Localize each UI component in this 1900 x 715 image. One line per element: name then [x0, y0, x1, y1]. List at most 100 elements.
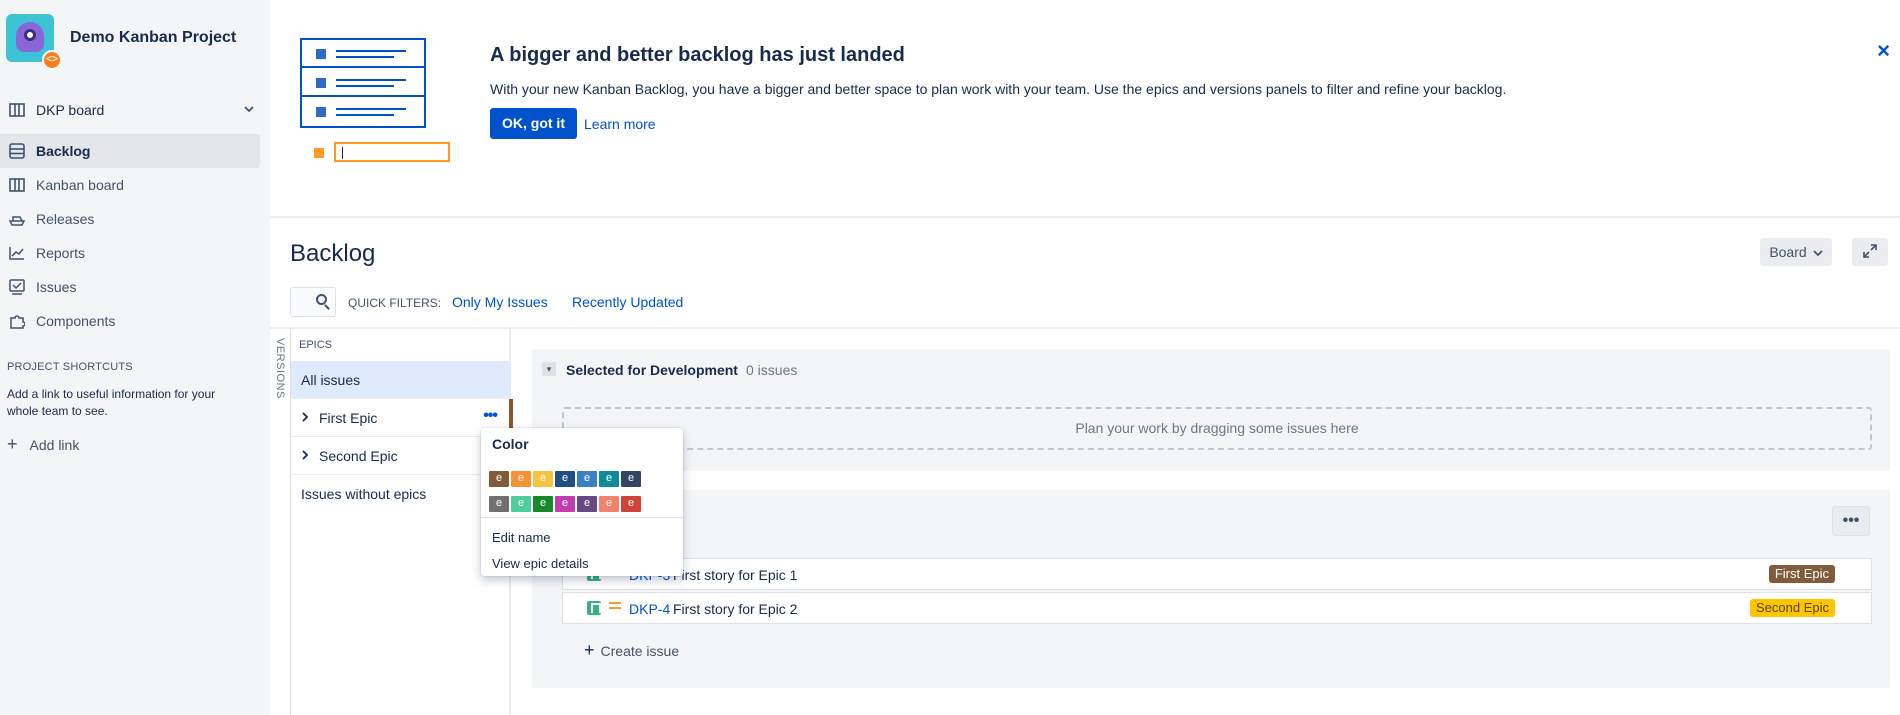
chevron-right-icon[interactable] — [301, 411, 309, 425]
add-link-button[interactable]: + Add link — [7, 434, 79, 455]
issue-key[interactable]: DKP-4 — [629, 601, 670, 617]
sidebar-nav: Backlog Kanban board Releases Reports Is… — [0, 134, 260, 338]
banner-text: With your new Kanban Backlog, you have a… — [490, 81, 1507, 97]
board-dropdown-button[interactable]: Board — [1760, 238, 1832, 266]
drop-zone[interactable]: Plan your work by dragging some issues h… — [562, 407, 1872, 450]
add-link-label: Add link — [29, 436, 80, 453]
backlog-section: ••• DKP-3 First story for Epic 1 First E… — [532, 490, 1890, 688]
chevron-down-icon — [1813, 244, 1823, 260]
more-actions-icon[interactable]: ••• — [483, 407, 498, 425]
epic-lozenge[interactable]: First Epic — [1768, 565, 1835, 583]
search-input[interactable] — [290, 287, 336, 317]
issue-summary: First story for Epic 2 — [673, 601, 798, 617]
project-shortcuts-heading: PROJECT SHORTCUTS — [7, 361, 133, 373]
close-icon[interactable]: × — [1877, 38, 1890, 64]
ok-got-it-button[interactable]: OK, got it — [490, 108, 577, 139]
color-swatch[interactable]: e — [577, 496, 597, 512]
epic-item-first-epic[interactable]: First Epic ••• — [291, 399, 513, 437]
quick-filter-recently-updated[interactable]: Recently Updated — [572, 294, 683, 310]
color-swatch[interactable]: e — [555, 496, 575, 512]
divider — [481, 517, 683, 518]
chevron-down-icon — [244, 102, 254, 116]
issue-row[interactable]: DKP-4 First story for Epic 2 Second Epic — [562, 592, 1872, 624]
edit-name-menu-item[interactable]: Edit name — [492, 530, 551, 545]
epic-item-second-epic[interactable]: Second Epic — [291, 437, 511, 475]
color-swatch[interactable]: e — [533, 496, 553, 512]
board-selector-label: DKP board — [36, 102, 105, 118]
view-epic-details-menu-item[interactable]: View epic details — [492, 556, 589, 571]
color-swatch[interactable]: e — [621, 471, 641, 487]
color-swatch[interactable]: e — [511, 496, 531, 512]
color-swatch[interactable]: e — [533, 471, 553, 487]
sidebar-item-label: Kanban board — [36, 177, 124, 193]
backlog-icon — [8, 142, 26, 160]
color-swatches: eeeeeeeeeeeeee — [489, 468, 649, 518]
epic-color-popup: Color eeeeeeeeeeeeee Edit name View epic… — [481, 428, 683, 576]
expand-icon — [1863, 243, 1877, 261]
page-title: Backlog — [290, 240, 376, 267]
search-icon — [316, 294, 327, 305]
sidebar: <> Demo Kanban Project DKP board Backlog… — [0, 0, 270, 715]
plus-icon: + — [584, 640, 595, 660]
issue-row[interactable]: DKP-3 First story for Epic 1 First Epic — [562, 558, 1872, 590]
epics-panel: EPICS All issues First Epic ••• Second E… — [291, 329, 513, 715]
chevron-down-icon[interactable]: ▾ — [542, 362, 556, 376]
color-swatch[interactable]: e — [599, 496, 619, 512]
sidebar-item-components[interactable]: Components — [0, 304, 260, 338]
selected-for-development-section: ▾ Selected for Development 0 issues Plan… — [532, 349, 1890, 471]
sidebar-item-backlog[interactable]: Backlog — [0, 134, 260, 168]
sidebar-item-reports[interactable]: Reports — [0, 236, 260, 270]
color-swatch[interactable]: e — [489, 496, 509, 512]
expand-button[interactable] — [1852, 238, 1888, 266]
color-swatch[interactable]: e — [599, 471, 619, 487]
code-badge-icon: <> — [42, 50, 62, 70]
learn-more-link[interactable]: Learn more — [584, 116, 656, 132]
sidebar-item-label: Reports — [36, 245, 86, 261]
issue-count: 0 issues — [746, 362, 798, 378]
epics-heading: EPICS — [299, 339, 333, 351]
board-selector[interactable]: DKP board — [0, 97, 260, 123]
sidebar-item-kanban-board[interactable]: Kanban board — [0, 168, 260, 202]
board-icon — [8, 176, 26, 194]
story-icon — [587, 601, 601, 615]
epic-row-label: Issues without epics — [301, 486, 427, 502]
sidebar-item-label: Releases — [36, 211, 95, 227]
board-icon — [8, 101, 26, 119]
sidebar-item-issues[interactable]: Issues — [0, 270, 260, 304]
plus-icon: + — [7, 434, 18, 454]
issue-summary: First story for Epic 1 — [673, 567, 798, 583]
sidebar-item-releases[interactable]: Releases — [0, 202, 260, 236]
puzzle-icon — [8, 312, 26, 330]
chart-icon — [8, 244, 26, 262]
epic-filter-issues-without-epics[interactable]: Issues without epics — [291, 475, 511, 513]
popup-title: Color — [492, 436, 529, 452]
priority-medium-icon — [609, 602, 621, 604]
epic-row-label: All issues — [301, 371, 361, 388]
color-swatch[interactable]: e — [555, 471, 575, 487]
section-title: Selected for Development — [566, 362, 738, 378]
color-swatch[interactable]: e — [511, 471, 531, 487]
backlog-illustration — [300, 38, 450, 166]
sidebar-item-label: Backlog — [36, 143, 91, 159]
versions-panel-tab[interactable]: VERSIONS — [272, 338, 286, 399]
more-actions-button[interactable]: ••• — [1832, 506, 1870, 536]
epic-filter-all-issues[interactable]: All issues — [291, 361, 511, 399]
epic-lozenge[interactable]: Second Epic — [1750, 599, 1835, 617]
divider — [270, 327, 1900, 329]
sidebar-item-label: Issues — [36, 279, 77, 295]
quick-filters-label: QUICK FILTERS: — [348, 296, 442, 310]
project-header[interactable]: <> Demo Kanban Project — [6, 14, 237, 70]
quick-filter-only-my-issues[interactable]: Only My Issues — [452, 294, 548, 310]
create-issue-button[interactable]: + Create issue — [584, 640, 679, 661]
color-swatch[interactable]: e — [489, 471, 509, 487]
color-swatch[interactable]: e — [621, 496, 641, 512]
project-name: Demo Kanban Project — [70, 29, 237, 46]
project-avatar: <> — [6, 14, 62, 70]
chevron-right-icon[interactable] — [301, 449, 309, 463]
issues-icon — [8, 278, 26, 296]
epic-name: First Epic — [319, 409, 378, 426]
board-button-label: Board — [1769, 244, 1807, 260]
color-swatch[interactable]: e — [577, 471, 597, 487]
epic-name: Second Epic — [319, 447, 398, 464]
sidebar-item-label: Components — [36, 313, 116, 329]
